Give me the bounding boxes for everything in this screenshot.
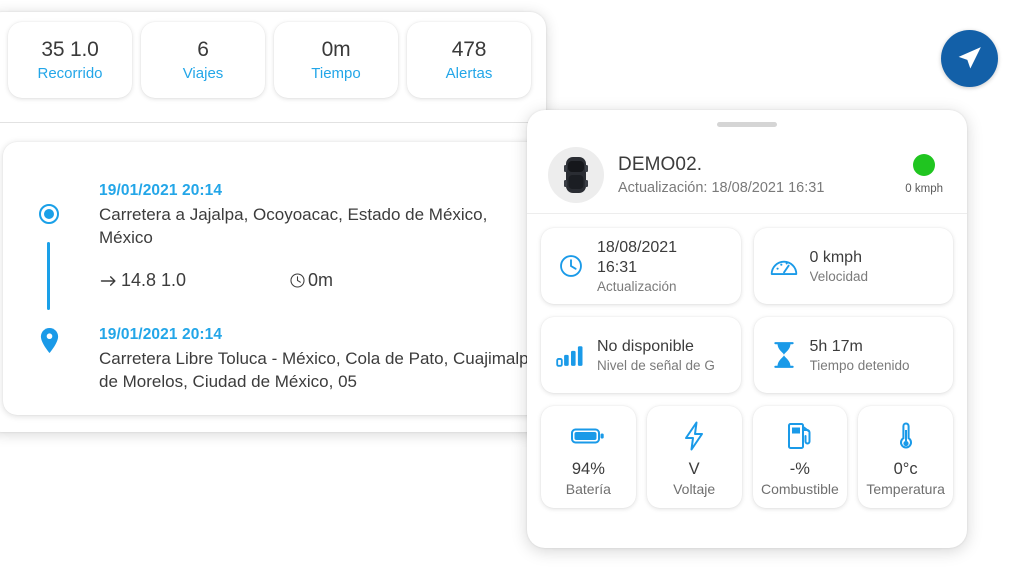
stat-label: Recorrido — [37, 65, 103, 82]
device-header: DEMO02. Actualización: 18/08/2021 16:31 … — [527, 136, 967, 214]
drag-handle-icon[interactable] — [717, 122, 777, 127]
stat-label: Tiempo — [311, 65, 361, 82]
metric-card-value: 94% — [571, 459, 605, 478]
info-card-actualizacion[interactable]: 18/08/2021 16:31 Actualización — [541, 228, 741, 304]
metric-card-value: 0°c — [893, 459, 918, 478]
trip-start-time: 19/01/2021 20:14 — [99, 182, 223, 199]
trip-duration: 0m — [289, 270, 333, 291]
metric-card-label: Temperatura — [866, 480, 945, 497]
start-circle-icon — [39, 204, 59, 224]
metric-card-label: Combustible — [760, 480, 839, 497]
device-detail-panel: DEMO02. Actualización: 18/08/2021 16:31 … — [527, 110, 967, 548]
trip-end-time: 19/01/2021 20:14 — [99, 326, 223, 343]
bolt-icon — [682, 418, 706, 454]
metric-card-label: Batería — [565, 480, 611, 497]
stat-card-tiempo[interactable]: 0m Tiempo — [274, 22, 398, 98]
stat-value: 478 — [451, 38, 487, 61]
trip-start: 19/01/2021 20:14 Carretera a Jajalpa, Oc… — [99, 182, 529, 249]
vehicle-icon — [563, 155, 589, 195]
metric-card-temperatura[interactable]: 0°c Temperatura — [858, 406, 953, 508]
info-card-label: Velocidad — [809, 269, 869, 285]
stat-label: Alertas — [445, 65, 493, 82]
stat-label: Viajes — [182, 65, 224, 82]
trip-end-address: Carretera Libre Toluca - México, Cola de… — [99, 349, 539, 391]
trip-metrics: 14.8 1.0 0m — [99, 262, 546, 292]
stat-card-alertas[interactable]: 478 Alertas — [407, 22, 531, 98]
stat-card-recorrido[interactable]: 35 1.0 Recorrido — [8, 22, 132, 98]
avatar — [548, 146, 604, 203]
info-card-text: 18/08/2021 16:31 Actualización — [597, 238, 677, 294]
info-card-label: Tiempo detenido — [809, 358, 910, 374]
trip-summary-panel: 35 1.0 Recorrido 6 Viajes 0m Tiempo 478 … — [0, 12, 546, 432]
speedometer-icon — [766, 253, 802, 279]
info-card-tiempo-detenido[interactable]: 5h 17m Tiempo detenido — [753, 317, 953, 393]
info-card-senal[interactable]: No disponible Nivel de señal de G — [541, 317, 741, 393]
thermometer-icon — [898, 418, 914, 454]
metric-card-voltaje[interactable]: V Voltaje — [646, 406, 742, 508]
trip-timeline — [35, 170, 69, 385]
info-card-label: Actualización — [597, 279, 677, 295]
info-card-velocidad[interactable]: 0 kmph Velocidad — [753, 228, 953, 304]
navigation-arrow-icon — [954, 43, 985, 74]
arrow-right-icon — [99, 271, 119, 291]
battery-icon — [571, 418, 605, 454]
metric-row: 94% Batería V Voltaje -% Combustible 0°c… — [541, 406, 953, 508]
stat-value: 6 — [197, 38, 209, 61]
status-dot-icon — [913, 154, 936, 176]
stat-card-viajes[interactable]: 6 Viajes — [141, 22, 265, 98]
info-card-value: No disponible — [597, 337, 694, 355]
metric-card-bateria[interactable]: 94% Batería — [541, 406, 636, 508]
info-grid: 18/08/2021 16:31 Actualización 0 kmph Ve… — [541, 228, 953, 508]
info-card-label: Nivel de señal de G — [597, 358, 715, 374]
metric-card-combustible[interactable]: -% Combustible — [752, 406, 848, 508]
metric-card-value: V — [688, 459, 700, 478]
map-pin-icon — [40, 328, 59, 353]
navigation-fab-button[interactable] — [941, 30, 998, 87]
trip-distance: 14.8 1.0 — [99, 270, 289, 291]
trip-duration-value: 0m — [308, 270, 334, 290]
info-card-value: 5h 17m — [809, 337, 863, 355]
clock-icon — [553, 253, 589, 279]
device-update-text: Actualización: 18/08/2021 16:31 — [618, 179, 825, 196]
app-screen: 35 1.0 Recorrido 6 Viajes 0m Tiempo 478 … — [0, 0, 1024, 576]
device-meta: DEMO02. Actualización: 18/08/2021 16:31 — [618, 154, 905, 196]
trip-start-address: Carretera a Jajalpa, Ocoyoacac, Estado d… — [99, 205, 488, 247]
stat-value: 35 1.0 — [41, 38, 99, 61]
trip-distance-value: 14.8 1.0 — [121, 270, 187, 290]
device-name: DEMO02. — [618, 153, 703, 175]
metric-card-label: Voltaje — [673, 480, 716, 497]
info-row: 18/08/2021 16:31 Actualización 0 kmph Ve… — [541, 228, 953, 304]
stat-value: 0m — [321, 38, 351, 61]
stats-row: 35 1.0 Recorrido 6 Viajes 0m Tiempo 478 … — [0, 22, 531, 98]
info-card-text: 5h 17m Tiempo detenido — [810, 337, 910, 374]
trip-end: 19/01/2021 20:14 Carretera Libre Toluca … — [99, 326, 539, 393]
info-card-text: No disponible Nivel de señal de G — [597, 337, 715, 374]
signal-bars-icon — [553, 344, 589, 367]
info-card-value: 18/08/2021 16:31 — [597, 238, 678, 276]
device-status: 0 kmph — [905, 154, 943, 195]
hourglass-icon — [766, 341, 802, 369]
timeline-line — [47, 242, 50, 310]
info-card-text: 0 kmph Velocidad — [810, 248, 869, 285]
info-row: No disponible Nivel de señal de G 5h 17m… — [541, 317, 953, 393]
clock-icon — [289, 272, 306, 289]
status-speed-label: 0 kmph — [905, 183, 943, 195]
fuel-pump-icon — [787, 418, 813, 454]
metric-card-value: -% — [789, 459, 810, 478]
info-card-value: 0 kmph — [809, 248, 862, 266]
trip-card[interactable]: 19/01/2021 20:14 Carretera a Jajalpa, Oc… — [3, 142, 546, 415]
panel-divider — [0, 122, 546, 123]
